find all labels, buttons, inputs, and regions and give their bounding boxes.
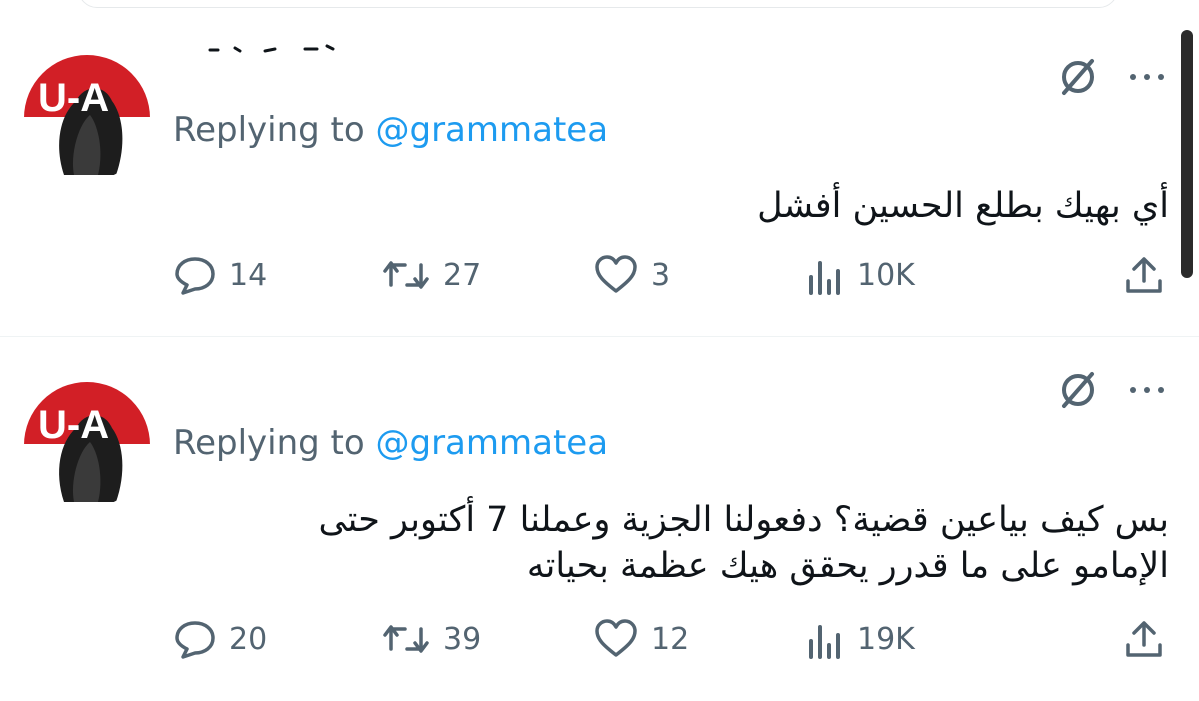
reply-count: 20	[229, 621, 268, 657]
analytics-icon	[809, 625, 840, 659]
like-button[interactable]: 3	[593, 245, 670, 305]
cut-off-text-fragment	[208, 44, 335, 53]
tweet-text-line: أي بهيك بطلع الحسين أفشل	[757, 186, 1169, 226]
reply-button[interactable]: 20	[173, 609, 267, 669]
share-icon	[1126, 257, 1162, 293]
replying-label: Replying to	[173, 423, 365, 463]
more-options-icon[interactable]	[1122, 52, 1172, 102]
views-button[interactable]: 10K	[805, 245, 915, 305]
heart-icon	[595, 255, 637, 293]
reply-icon	[175, 257, 215, 295]
analytics-icon	[809, 261, 840, 295]
repost-icon	[383, 261, 429, 289]
tweet[interactable]: U‑A Replying to @grammatea بس كيف بياعين…	[0, 337, 1199, 701]
like-button[interactable]: 12	[593, 609, 689, 669]
avatar[interactable]: U‑A	[24, 382, 150, 508]
replying-to: Replying to @grammatea	[173, 110, 608, 150]
views-count: 10K	[857, 257, 915, 293]
more-options-icon[interactable]	[1122, 365, 1172, 415]
views-button[interactable]: 19K	[805, 609, 915, 669]
avatar[interactable]: U‑A	[24, 55, 150, 181]
svg-text:U‑A: U‑A	[38, 76, 109, 120]
tweet-text-line: الإمامو على ما قدرر يحقق هيك عظمة بحياته	[526, 546, 1169, 586]
reply-icon	[175, 621, 215, 659]
heart-icon	[595, 619, 637, 657]
tweet-text: أي بهيك بطلع الحسين أفشل	[757, 183, 1169, 229]
like-count: 12	[651, 621, 690, 657]
replying-label: Replying to	[173, 110, 365, 150]
views-count: 19K	[857, 621, 915, 657]
mention-link[interactable]: @grammatea	[376, 423, 609, 463]
share-button[interactable]	[1122, 245, 1166, 305]
repost-count: 39	[443, 621, 482, 657]
tweet[interactable]: U‑A Replying to @grammatea أي بهيك بطلع …	[0, 0, 1199, 336]
tweet-text: بس كيف بياعين قضية؟ دفعولنا الجزية وعملن…	[318, 497, 1169, 589]
grok-icon[interactable]	[1053, 365, 1103, 415]
mention-link[interactable]: @grammatea	[376, 110, 609, 150]
grok-icon[interactable]	[1053, 52, 1103, 102]
replying-to: Replying to @grammatea	[173, 423, 608, 463]
reply-button[interactable]: 14	[173, 245, 267, 305]
repost-icon	[383, 625, 429, 653]
tweet-text-line: بس كيف بياعين قضية؟ دفعولنا الجزية وعملن…	[318, 500, 1169, 540]
share-button[interactable]	[1122, 609, 1166, 669]
like-count: 3	[651, 257, 671, 293]
repost-count: 27	[443, 257, 482, 293]
reply-count: 14	[229, 257, 268, 293]
repost-button[interactable]: 39	[381, 609, 481, 669]
repost-button[interactable]: 27	[381, 245, 481, 305]
share-icon	[1126, 621, 1162, 657]
svg-text:U‑A: U‑A	[38, 403, 109, 447]
tweet-actions: 20 39 12 19K	[0, 609, 1199, 669]
tweet-actions: 14 27 3 10K	[0, 245, 1199, 305]
